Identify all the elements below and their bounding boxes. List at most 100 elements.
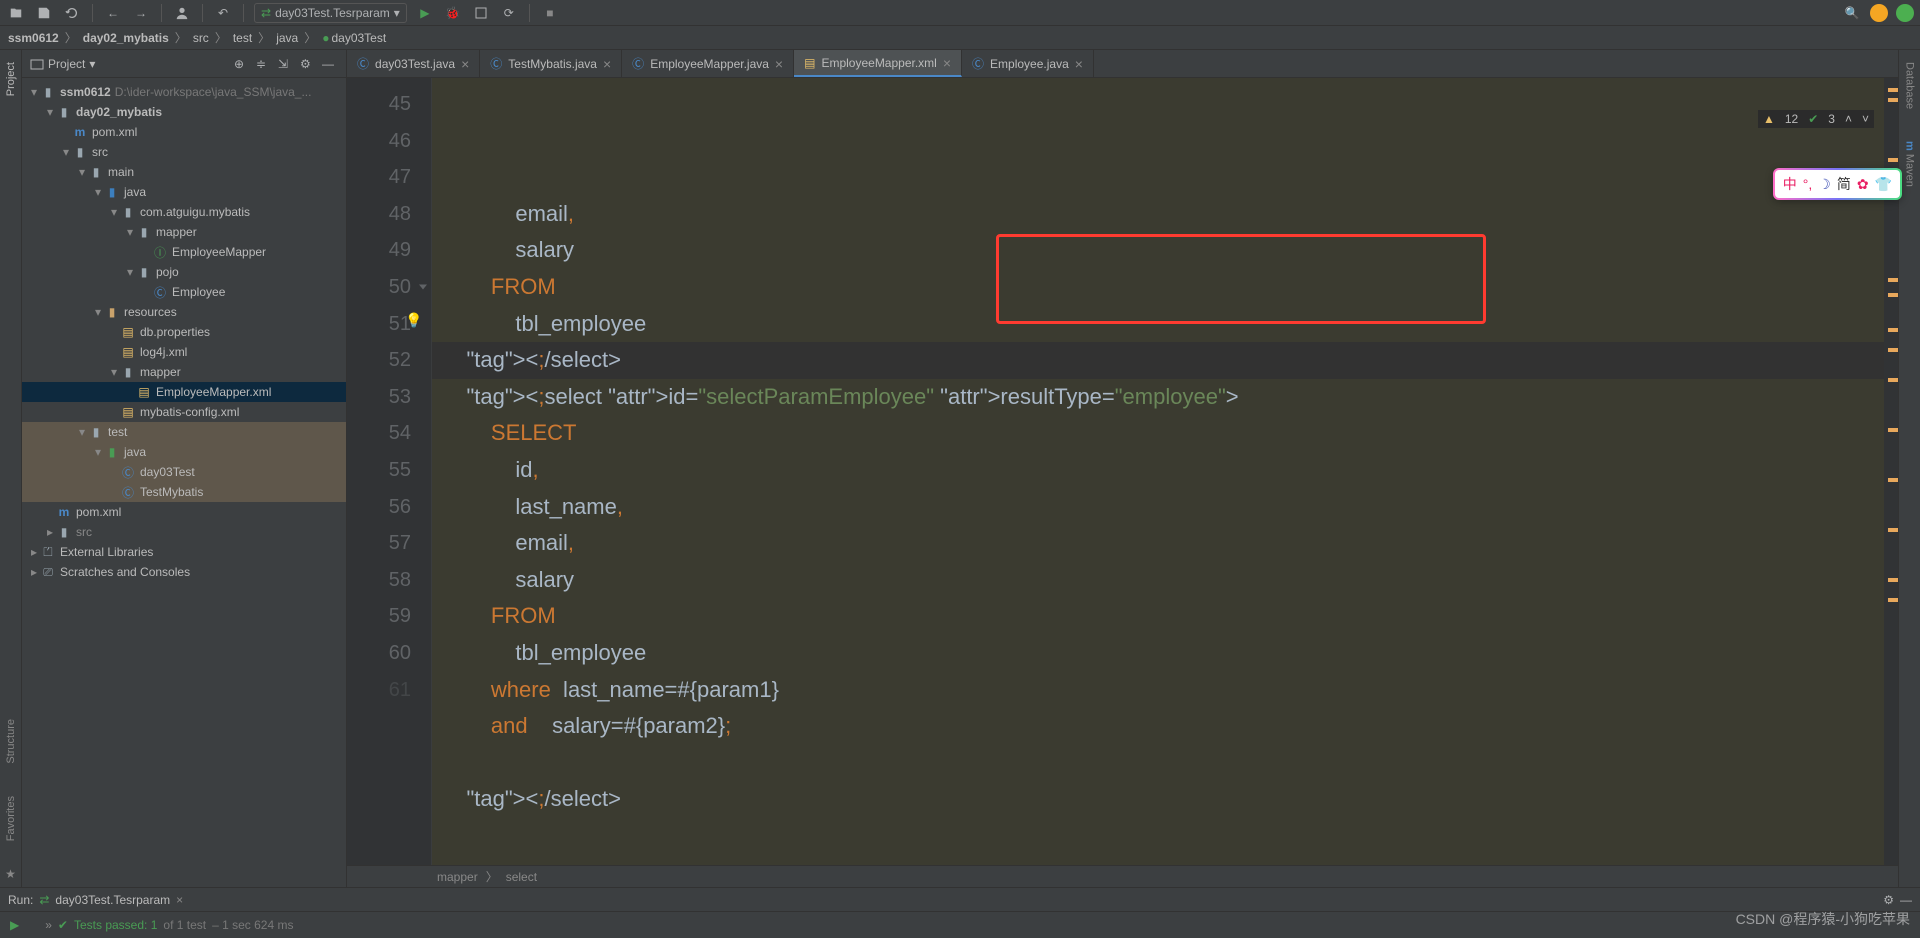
tree-main[interactable]: ▾▮main: [22, 162, 346, 182]
tree-empmapper[interactable]: ⒾEmployeeMapper: [22, 242, 346, 262]
rail-structure[interactable]: Structure: [5, 713, 17, 770]
stop-icon[interactable]: ■: [540, 3, 560, 23]
ime-zh[interactable]: 中: [1783, 174, 1797, 194]
tree-empmapper-xml[interactable]: ▤EmployeeMapper.xml: [22, 382, 346, 402]
coverage-icon[interactable]: [471, 3, 491, 23]
expand-icon[interactable]: ≑: [256, 57, 272, 71]
badge-green-icon[interactable]: [1896, 4, 1914, 22]
gear-icon[interactable]: ⚙: [1883, 893, 1894, 907]
rail-database[interactable]: Database: [1904, 56, 1916, 115]
hide-icon[interactable]: —: [1900, 893, 1912, 907]
tree-extlib[interactable]: ▸⏍External Libraries: [22, 542, 346, 562]
editor-body[interactable]: 45 46 47 48 49 50 51 52 53 54 55 56 57 5…: [347, 78, 1898, 865]
tab-employee[interactable]: ⒸEmployee.java×: [962, 50, 1094, 77]
ime-punct[interactable]: °,: [1803, 176, 1813, 192]
crumb-5[interactable]: ● day03Test: [322, 31, 386, 45]
close-icon[interactable]: ×: [1075, 56, 1083, 72]
tree-pom1[interactable]: mpom.xml: [22, 122, 346, 142]
rail-bookmark-icon[interactable]: ★: [5, 867, 16, 881]
tree-myconfig[interactable]: ▤mybatis-config.xml: [22, 402, 346, 422]
ime-floating-toolbar[interactable]: 中 °, ☽ 简 ✿ 👕: [1773, 168, 1902, 200]
tree-pom2[interactable]: mpom.xml: [22, 502, 346, 522]
close-icon[interactable]: ×: [176, 893, 183, 907]
editor-tabs: Ⓒday03Test.java× ⒸTestMybatis.java× ⒸEmp…: [347, 50, 1898, 78]
close-icon[interactable]: ×: [775, 56, 783, 72]
user-icon[interactable]: [172, 3, 192, 23]
run-icon[interactable]: ▶: [415, 3, 435, 23]
crumb-0[interactable]: ssm0612: [8, 31, 59, 45]
tree-mapper[interactable]: ▾▮mapper: [22, 222, 346, 242]
tree-log4j[interactable]: ▤log4j.xml: [22, 342, 346, 362]
tree-test[interactable]: ▾▮test: [22, 422, 346, 442]
tree-root[interactable]: ▾▮ssm0612D:\ider-workspace\java_SSM\java…: [22, 82, 346, 102]
refresh-icon[interactable]: [62, 3, 82, 23]
tree-scratch[interactable]: ▸⎚Scratches and Consoles: [22, 562, 346, 582]
debug-icon[interactable]: 🐞: [443, 3, 463, 23]
tree-day03t[interactable]: Ⓒday03Test: [22, 462, 346, 482]
locate-icon[interactable]: ⊕: [234, 57, 250, 71]
tree-resources[interactable]: ▾▮resources: [22, 302, 346, 322]
forward-icon[interactable]: →: [131, 3, 151, 23]
tree-java2[interactable]: ▾▮java: [22, 442, 346, 462]
hide-icon[interactable]: —: [322, 57, 338, 71]
run-config-name[interactable]: day03Test.Tesrparam: [55, 893, 170, 907]
tree-src2[interactable]: ▸▮src: [22, 522, 346, 542]
chevron-down-icon: ▾: [89, 57, 95, 71]
project-panel-title[interactable]: Project ▾: [30, 57, 126, 71]
ime-pin[interactable]: 简: [1837, 174, 1851, 194]
code-area[interactable]: email, salary FROM tbl_employee "tag"><;…: [432, 78, 1884, 865]
crumb-3[interactable]: test: [233, 31, 252, 45]
crumb-4[interactable]: java: [276, 31, 298, 45]
tree-testmy[interactable]: ⒸTestMybatis: [22, 482, 346, 502]
tab-day03test[interactable]: Ⓒday03Test.java×: [347, 50, 480, 77]
tab-empmapper-java[interactable]: ⒸEmployeeMapper.java×: [622, 50, 794, 77]
tab-empmapper-xml[interactable]: ▤EmployeeMapper.xml×: [794, 50, 962, 77]
editor-area: Ⓒday03Test.java× ⒸTestMybatis.java× ⒸEmp…: [347, 50, 1898, 887]
ok-icon: ✔: [1808, 112, 1818, 126]
rail-favorites[interactable]: Favorites: [5, 790, 17, 847]
search-icon[interactable]: 🔍: [1842, 3, 1862, 23]
editor-breadcrumb: mapper 〉 select: [347, 865, 1898, 887]
undo-icon[interactable]: ↶: [213, 3, 233, 23]
run-rerun-icon[interactable]: ▶: [10, 918, 19, 932]
close-icon[interactable]: ×: [461, 56, 469, 72]
intention-bulb-icon[interactable]: 💡: [405, 312, 422, 329]
tree-java1[interactable]: ▾▮java: [22, 182, 346, 202]
left-tool-rail: Project Structure Favorites ★: [0, 50, 22, 887]
test-pass-text: Tests passed: 1: [74, 918, 157, 932]
tree-pojo[interactable]: ▾▮pojo: [22, 262, 346, 282]
tree-mapper2[interactable]: ▾▮mapper: [22, 362, 346, 382]
watermark: CSDN @程序猿-小狗吃苹果: [1736, 909, 1910, 929]
bcrumb-1[interactable]: select: [506, 870, 537, 884]
collapse-icon[interactable]: ⇲: [278, 57, 294, 71]
tree-day02[interactable]: ▾▮day02_mybatis: [22, 102, 346, 122]
back-icon[interactable]: ←: [103, 3, 123, 23]
close-icon[interactable]: ×: [603, 56, 611, 72]
chevron-up-icon[interactable]: ˄: [1845, 112, 1852, 126]
crumb-2[interactable]: src: [193, 31, 209, 45]
rail-maven[interactable]: m Maven: [1904, 135, 1916, 193]
ime-moon-icon[interactable]: ☽: [1818, 176, 1831, 193]
project-tree[interactable]: ▾▮ssm0612D:\ider-workspace\java_SSM\java…: [22, 78, 346, 887]
project-panel: Project ▾ ⊕ ≑ ⇲ ⚙ — ▾▮ssm0612D:\ider-wor…: [22, 50, 347, 887]
gear-icon[interactable]: ⚙: [300, 57, 316, 71]
inspection-status[interactable]: ▲12 ✔3 ˄ ˅: [1758, 110, 1874, 128]
run-config-selector[interactable]: ⇄ day03Test.Tesrparam ▾: [254, 3, 407, 23]
save-icon[interactable]: [34, 3, 54, 23]
tab-testmybatis[interactable]: ⒸTestMybatis.java×: [480, 50, 622, 77]
chevron-down-icon[interactable]: ˅: [1862, 112, 1869, 126]
tree-src[interactable]: ▾▮src: [22, 142, 346, 162]
ime-shirt-icon[interactable]: 👕: [1875, 176, 1892, 193]
ime-gear-icon[interactable]: ✿: [1857, 176, 1869, 193]
badge-orange-icon[interactable]: [1870, 4, 1888, 22]
tree-pkg[interactable]: ▾▮com.atguigu.mybatis: [22, 202, 346, 222]
open-icon[interactable]: [6, 3, 26, 23]
tree-dbprops[interactable]: ▤db.properties: [22, 322, 346, 342]
tree-employee[interactable]: ⒸEmployee: [22, 282, 346, 302]
rail-project[interactable]: Project: [5, 56, 17, 102]
crumb-1[interactable]: day02_mybatis: [83, 31, 169, 45]
bcrumb-0[interactable]: mapper: [437, 870, 478, 884]
run-config-icon: ⇄: [39, 893, 49, 907]
close-icon[interactable]: ×: [943, 55, 951, 71]
profile-icon[interactable]: ⟳: [499, 3, 519, 23]
